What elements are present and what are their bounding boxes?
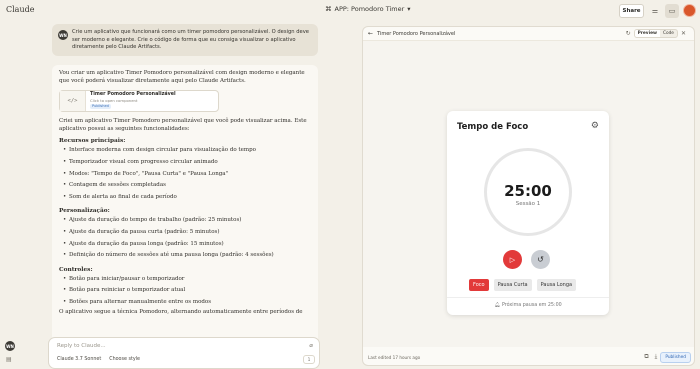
chevron-down-icon: ▾: [407, 5, 411, 13]
mode-long-break-button[interactable]: Pausa Longa: [536, 279, 577, 291]
artifact-card-subtitle: Click to open component: [90, 98, 138, 104]
mode-buttons: Foco Pausa Curta Pausa Longa: [469, 279, 577, 291]
bell-icon: 🔔︎: [494, 303, 501, 308]
code-icon: </>: [60, 91, 86, 112]
reset-button[interactable]: ↺: [531, 250, 550, 269]
artifact-preview: Tempo de Foco ⚙ 25:00 Sessão 1 ▷ ↺ Foco …: [363, 41, 694, 347]
refresh-icon[interactable]: ↻: [626, 30, 631, 37]
close-icon[interactable]: ✕: [681, 30, 686, 37]
attachment-count[interactable]: 1: [303, 355, 315, 364]
mode-short-break-button[interactable]: Pausa Curta: [493, 279, 532, 291]
conversation-title[interactable]: ⌘ APP: Pomodoro Timer ▾: [325, 5, 411, 13]
assistant-message: Vou criar um aplicativo Timer Pomodoro p…: [52, 65, 318, 369]
customization-list: Ajuste da duração do tempo de trabalho (…: [59, 215, 311, 261]
list-item: Contagem de sessões completadas: [63, 180, 311, 192]
pomodoro-card: Tempo de Foco ⚙ 25:00 Sessão 1 ▷ ↺ Foco …: [447, 111, 609, 315]
artifact-header: ← Timer Pomodoro Personalizável ↻ Previe…: [363, 27, 694, 41]
gear-icon[interactable]: ⚙: [591, 121, 599, 131]
list-item: Modos: "Tempo de Foco", "Pausa Curta" e …: [63, 169, 311, 181]
list-item: Ajuste da duração da pausa curta (padrão…: [63, 227, 311, 239]
list-item: Interface moderna com design circular pa…: [63, 145, 311, 157]
feature-list: Interface moderna com design circular pa…: [59, 145, 311, 203]
chat-pane: WN Crie um aplicativo que funcionará com…: [52, 22, 318, 369]
reply-composer[interactable]: Reply to Claude... Claude 3.7 Sonnet Cho…: [48, 337, 320, 369]
style-selector[interactable]: Choose style: [109, 357, 140, 362]
assistant-intro: Vou criar um aplicativo Timer Pomodoro p…: [59, 70, 305, 84]
section-heading: Recursos principais:: [59, 138, 126, 145]
list-item: Botão para reiniciar o temporizador atua…: [63, 285, 311, 297]
last-edited: Last edited 17 hours ago: [368, 354, 421, 360]
list-item: Ajuste da duração da pausa longa (padrão…: [63, 239, 311, 251]
artifact-panel: ← Timer Pomodoro Personalizável ↻ Previe…: [362, 26, 695, 366]
avatar[interactable]: [683, 4, 696, 17]
list-item: Temporizador visual com progresso circul…: [63, 157, 311, 169]
copy-icon[interactable]: ⧉: [644, 353, 648, 361]
mode-heading: Tempo de Foco: [457, 122, 529, 132]
paperclip-icon[interactable]: ⌀: [309, 342, 313, 349]
artifact-footer: Last edited 17 hours ago ⧉ ⤓ Published: [363, 347, 694, 365]
controls-list: Botão para iniciar/pausar o temporizador…: [59, 274, 311, 309]
download-icon[interactable]: ⤓: [655, 353, 658, 361]
user-message-text: Crie um aplicativo que funcionará como u…: [72, 29, 309, 50]
list-item: Botões para alternar manualmente entre o…: [63, 297, 311, 309]
conversation-title-text: APP: Pomodoro Timer: [334, 5, 405, 13]
timer-display: 25:00: [504, 182, 552, 200]
play-icon: ▷: [509, 255, 516, 264]
list-item: Botão para iniciar/pausar o temporizador: [63, 274, 311, 286]
artifact-card[interactable]: </> Timer Pomodoro Personalizável Click …: [59, 90, 219, 113]
divider: [447, 297, 609, 298]
section-heading: Controles:: [59, 266, 93, 273]
user-message: WN Crie um aplicativo que funcionará com…: [52, 24, 318, 56]
list-item: Definição do número de sessões até uma p…: [63, 250, 311, 262]
mode-focus-button[interactable]: Foco: [469, 279, 489, 291]
assistant-outro: O aplicativo segue a técnica Pomodoro, a…: [59, 308, 303, 315]
user-avatar: WN: [58, 30, 68, 40]
sliders-icon[interactable]: ⚌: [648, 4, 662, 18]
artifacts-toggle-icon[interactable]: ▭: [665, 4, 679, 18]
tab-code[interactable]: Code: [660, 30, 677, 37]
status-badge: Published: [90, 104, 111, 110]
top-bar: Claude ⌘ APP: Pomodoro Timer ▾ Share ⚌ ▭: [0, 0, 700, 22]
view-toggle: Preview Code: [633, 29, 678, 38]
sidebar-toggle-icon[interactable]: ▤: [6, 356, 12, 363]
reset-icon: ↺: [537, 255, 544, 264]
artifact-title: Timer Pomodoro Personalizável: [377, 30, 456, 37]
list-item: Som de alerta ao final de cada período: [63, 192, 311, 204]
sidebar-avatar[interactable]: WN: [5, 341, 15, 351]
share-button[interactable]: Share: [619, 4, 644, 18]
title-icon: ⌘: [325, 5, 332, 13]
list-item: Ajuste da duração do tempo de trabalho (…: [63, 215, 311, 227]
assistant-paragraph: Criei um aplicativo Timer Pomodoro perso…: [59, 118, 307, 132]
tab-preview[interactable]: Preview: [634, 30, 660, 37]
next-break-text: Próxima pausa em 25:00: [501, 303, 562, 308]
reply-input[interactable]: Reply to Claude...: [57, 343, 106, 349]
back-arrow-icon[interactable]: ←: [368, 30, 373, 37]
section-heading: Personalização:: [59, 208, 110, 215]
brand-logo[interactable]: Claude: [6, 5, 34, 14]
session-label: Sessão 1: [515, 201, 541, 207]
published-button[interactable]: Published: [660, 351, 691, 363]
play-button[interactable]: ▷: [503, 250, 522, 269]
model-selector[interactable]: Claude 3.7 Sonnet: [57, 357, 101, 362]
